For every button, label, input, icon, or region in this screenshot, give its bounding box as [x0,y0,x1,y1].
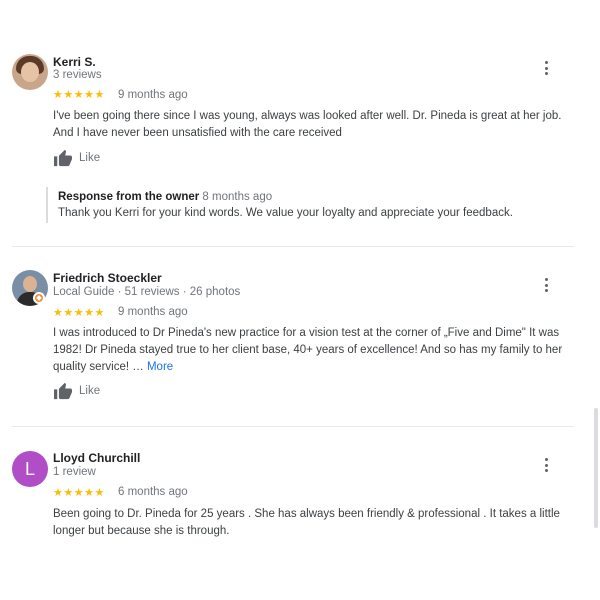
review-date: 9 months ago [118,306,188,318]
local-guide-badge-icon [33,292,45,304]
review-text: I was introduced to Dr Pineda's new prac… [53,325,578,376]
star-rating: ★★★★★ [53,89,105,101]
star-rating: ★★★★★ [53,487,105,499]
like-label: Like [79,152,101,165]
reviewer-name[interactable]: Lloyd Churchill [53,451,140,465]
star-rating: ★★★★★ [53,307,105,319]
reviewer-meta[interactable]: Local Guide · 51 reviews · 26 photos [53,286,240,298]
review-text-body: I was introduced to Dr Pineda's new prac… [53,327,563,373]
thumbs-up-icon [54,382,72,400]
review-text: Been going to Dr. Pineda for 25 years . … [53,508,560,537]
review-text: I've been going there since I was young,… [53,110,562,139]
more-options-icon[interactable] [540,456,554,474]
thumbs-up-icon [54,149,72,167]
reviewer-meta[interactable]: 3 reviews [53,69,102,81]
reviewer-avatar[interactable]: L [12,451,48,487]
divider [12,426,574,427]
like-label: Like [79,385,101,398]
scrollbar[interactable] [594,408,598,528]
owner-response-bar [46,187,48,223]
more-link[interactable]: More [147,361,173,373]
like-button[interactable]: Like [53,382,100,400]
owner-response-text: Thank you Kerri for your kind words. We … [58,207,513,219]
owner-response-header: Response from the owner 8 months ago [58,191,272,203]
reviewer-name[interactable]: Kerri S. [53,55,96,69]
owner-response-title: Response from the owner [58,191,200,203]
reviewer-avatar[interactable] [12,54,48,90]
more-options-icon[interactable] [540,59,554,77]
reviewer-name[interactable]: Friedrich Stoeckler [53,271,162,285]
divider [12,246,574,247]
review-date: 6 months ago [118,486,188,498]
owner-response-date: 8 months ago [202,191,273,203]
like-button[interactable]: Like [53,149,100,167]
reviewer-meta[interactable]: 1 review [53,466,96,478]
review-date: 9 months ago [118,89,188,101]
more-options-icon[interactable] [540,276,554,294]
